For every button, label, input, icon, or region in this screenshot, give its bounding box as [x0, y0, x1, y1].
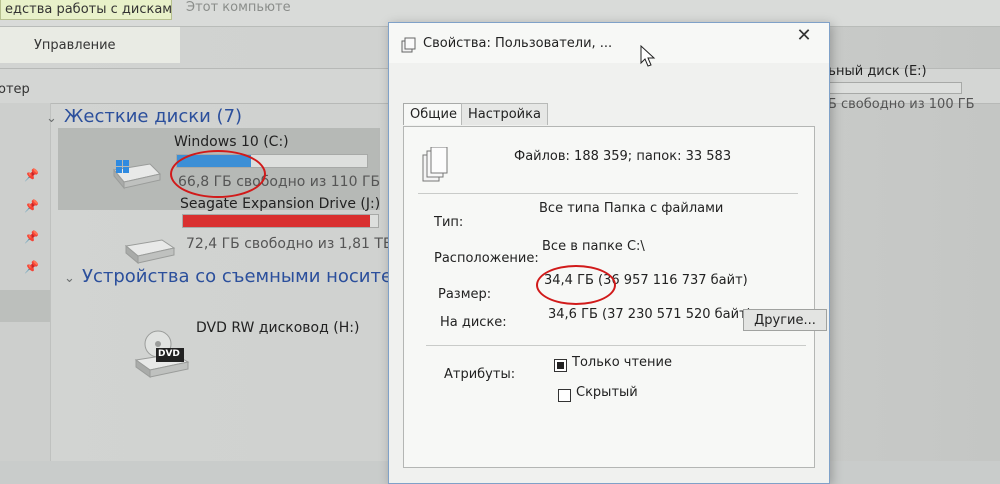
type-label: Тип:: [434, 215, 464, 230]
dialog-title: Свойства: Пользователи, ...: [423, 36, 613, 51]
pin-icon[interactable]: 📌: [24, 260, 39, 274]
properties-dialog: Свойства: Пользователи, ... ✕ Общие Наст…: [388, 22, 830, 484]
address-text: отер: [0, 82, 30, 97]
drive-name-h[interactable]: DVD RW дисковод (H:): [196, 320, 359, 336]
hidden-label[interactable]: Скрытый: [576, 385, 638, 400]
general-panel: Файлов: 188 359; папок: 33 583 Тип: Все …: [403, 126, 815, 468]
close-button[interactable]: ✕: [789, 23, 819, 49]
windows-drive-icon: [110, 160, 162, 190]
group-removable[interactable]: ⌄ Устройства со съемными носителями: [64, 266, 440, 287]
files-summary: Файлов: 188 359; папок: 33 583: [514, 149, 732, 164]
mouse-cursor-icon: [640, 44, 656, 71]
usage-bar-fill: [183, 215, 371, 227]
tab-this-computer[interactable]: Этот компьюте: [186, 0, 291, 15]
attributes-label: Атрибуты:: [444, 367, 516, 382]
pin-icon[interactable]: 📌: [24, 199, 39, 213]
drive-free-e: ГБ свободно из 100 ГБ: [820, 97, 975, 112]
group-hard-drives[interactable]: ⌄ Жесткие диски (7): [46, 106, 242, 127]
navigation-pane: [0, 103, 51, 461]
multiple-files-icon: [422, 146, 448, 187]
other-attributes-button[interactable]: Другие...: [743, 309, 827, 331]
drive-name-e[interactable]: льный диск (E:): [820, 64, 927, 79]
size-label: Размер:: [438, 287, 492, 302]
location-label: Расположение:: [434, 251, 539, 266]
separator: [426, 345, 806, 346]
hard-drive-icon: [124, 238, 176, 265]
usage-bar-j: [182, 214, 379, 228]
type-value: Все типа Папка с файлами: [539, 201, 724, 216]
tab-drive-tools[interactable]: едства работы с дисками: [0, 0, 172, 20]
group-removable-label: Устройства со съемными носителями: [82, 266, 440, 287]
pin-icon[interactable]: 📌: [24, 230, 39, 244]
tab-general[interactable]: Общие: [403, 103, 464, 125]
tab-customize[interactable]: Настройка: [461, 103, 548, 125]
close-icon: ✕: [796, 25, 812, 46]
group-hard-drives-label: Жесткие диски (7): [64, 106, 243, 127]
usage-bar-e: [820, 82, 962, 94]
tab-manage[interactable]: Управление: [34, 38, 116, 53]
separator: [418, 193, 798, 194]
drive-name-c: Windows 10 (C:): [174, 134, 289, 150]
hidden-checkbox[interactable]: [558, 389, 571, 402]
readonly-label[interactable]: Только чтение: [572, 355, 672, 370]
folder-properties-icon: [401, 37, 417, 57]
chevron-down-icon: ⌄: [46, 111, 57, 126]
disk-size-value: 34,6 ГБ (37 230 571 520 байт): [548, 307, 752, 322]
disk-size-label: На диске:: [440, 315, 507, 330]
chevron-down-icon: ⌄: [64, 271, 75, 286]
pin-icon[interactable]: 📌: [24, 168, 39, 182]
readonly-checkbox[interactable]: [554, 359, 567, 372]
drive-name-j[interactable]: Seagate Expansion Drive (J:): [180, 196, 380, 212]
red-circle-annotation: [170, 150, 266, 198]
dvd-icon-label: DVD: [158, 349, 180, 359]
location-value: Все в папке C:\: [542, 239, 645, 254]
nav-selected-item[interactable]: [0, 290, 50, 322]
dvd-drive-icon: DVD: [134, 330, 194, 380]
drive-free-j: 72,4 ГБ свободно из 1,81 ТБ: [186, 236, 393, 252]
red-circle-annotation: [536, 265, 616, 305]
